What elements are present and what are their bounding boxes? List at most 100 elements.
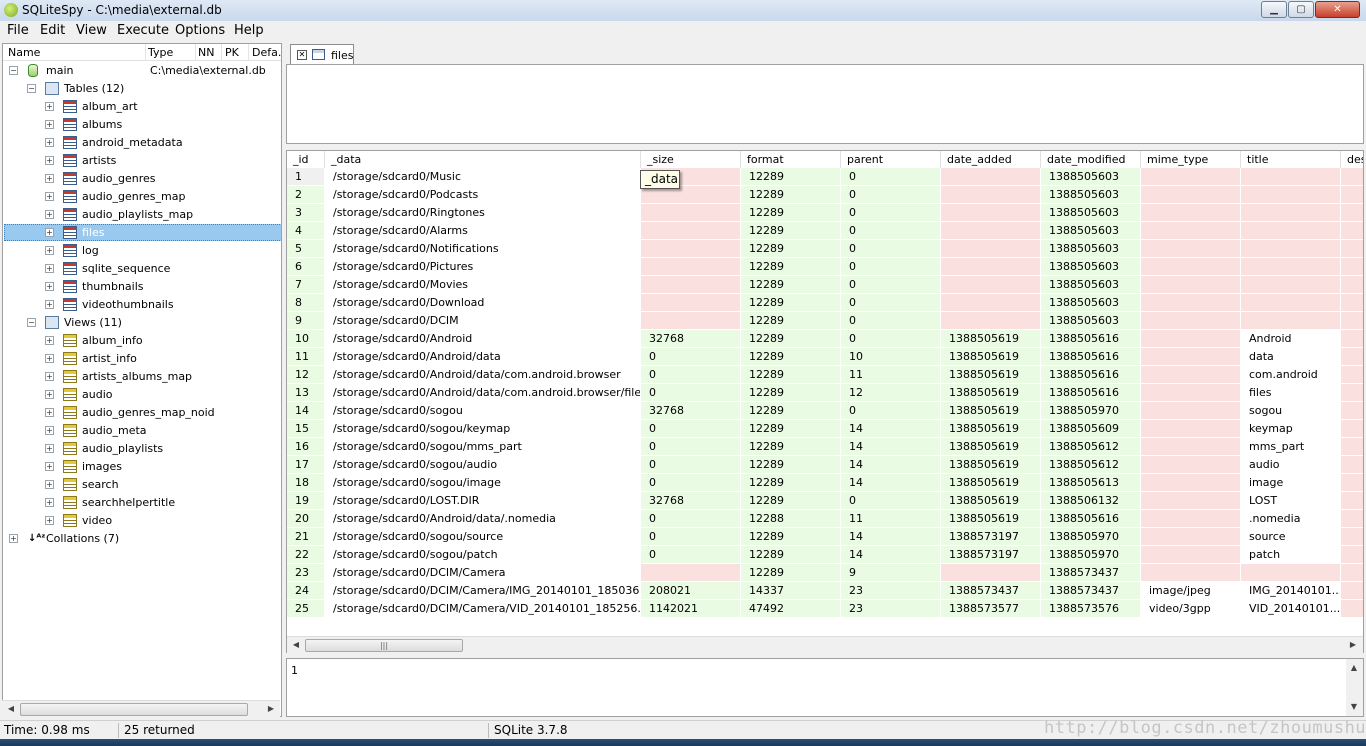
tree-node[interactable]: + audio_meta <box>3 422 281 440</box>
grid-column-header[interactable]: _size <box>641 151 741 168</box>
table-cell[interactable]: 0 <box>841 330 941 348</box>
table-cell[interactable]: 12289 <box>741 546 841 564</box>
collapse-icon[interactable]: − <box>27 318 36 327</box>
table-cell[interactable]: 22 <box>287 546 325 564</box>
tree-node[interactable]: + artists <box>3 152 281 170</box>
table-cell[interactable] <box>1341 276 1363 294</box>
table-cell[interactable] <box>1141 276 1241 294</box>
grid-column-header[interactable]: _id <box>287 151 325 168</box>
table-cell[interactable]: com.android <box>1241 366 1341 384</box>
table-cell[interactable]: 20 <box>287 510 325 528</box>
table-cell[interactable]: 18 <box>287 474 325 492</box>
table-cell[interactable] <box>641 294 741 312</box>
table-cell[interactable]: mms_part <box>1241 438 1341 456</box>
grid-column-header[interactable]: title <box>1241 151 1341 168</box>
expand-icon[interactable]: + <box>45 408 54 417</box>
table-cell[interactable]: 14337 <box>741 582 841 600</box>
grid-column-header[interactable]: parent <box>841 151 941 168</box>
tree-node[interactable]: + album_info <box>3 332 281 350</box>
tree-node[interactable]: + sqlite_sequence <box>3 260 281 278</box>
table-cell[interactable]: /storage/sdcard0/Ringtones <box>325 204 641 222</box>
table-cell[interactable] <box>1241 222 1341 240</box>
table-cell[interactable]: 1388505612 <box>1041 438 1141 456</box>
table-cell[interactable]: 3 <box>287 204 325 222</box>
table-cell[interactable] <box>1341 582 1363 600</box>
table-cell[interactable]: 1388505619 <box>941 456 1041 474</box>
table-cell[interactable]: image <box>1241 474 1341 492</box>
scroll-up-icon[interactable]: ▲ <box>1348 662 1360 674</box>
expand-icon[interactable]: + <box>45 462 54 471</box>
table-cell[interactable]: 12289 <box>741 474 841 492</box>
table-cell[interactable]: 1388505619 <box>941 366 1041 384</box>
table-cell[interactable]: 0 <box>641 456 741 474</box>
close-button[interactable]: ✕ <box>1315 1 1360 18</box>
maximize-button[interactable]: ▢ <box>1288 1 1314 18</box>
grid-scroll-right-icon[interactable]: ▶ <box>1347 639 1359 651</box>
table-cell[interactable]: LOST <box>1241 492 1341 510</box>
collapse-icon[interactable]: − <box>9 66 18 75</box>
expand-icon[interactable]: + <box>45 498 54 507</box>
table-cell[interactable]: 12289 <box>741 420 841 438</box>
menu-edit[interactable]: Edit <box>40 23 65 38</box>
table-cell[interactable]: /storage/sdcard0/Notifications <box>325 240 641 258</box>
table-cell[interactable]: 13 <box>287 384 325 402</box>
table-cell[interactable]: 12289 <box>741 240 841 258</box>
table-row[interactable]: 1/storage/sdcard0/Music 12289 0 1388505603 <box>287 168 1363 186</box>
table-cell[interactable]: /storage/sdcard0/DCIM/Camera/VID_2014010… <box>325 600 641 618</box>
table-cell[interactable]: 1 <box>287 168 325 186</box>
table-row[interactable]: 16/storage/sdcard0/sogou/mms_part 0 12289 1… <box>287 438 1363 456</box>
table-cell[interactable]: /storage/sdcard0/DCIM <box>325 312 641 330</box>
table-row[interactable]: 19/storage/sdcard0/LOST.DIR 32768 12289 0 13… <box>287 492 1363 510</box>
menu-options[interactable]: Options <box>175 23 225 38</box>
expand-icon[interactable]: + <box>9 534 18 543</box>
table-cell[interactable] <box>941 222 1041 240</box>
table-cell[interactable] <box>1341 312 1363 330</box>
menu-file[interactable]: File <box>7 23 29 38</box>
table-cell[interactable]: 25 <box>287 600 325 618</box>
grid-column-header[interactable]: date_added <box>941 151 1041 168</box>
table-cell[interactable]: 8 <box>287 294 325 312</box>
table-cell[interactable]: /storage/sdcard0/DCIM/Camera <box>325 564 641 582</box>
table-cell[interactable]: 12289 <box>741 366 841 384</box>
table-cell[interactable]: /storage/sdcard0/sogou/audio <box>325 456 641 474</box>
table-row[interactable]: 24/storage/sdcard0/DCIM/Camera/IMG_20140… <box>287 582 1363 600</box>
grid-horizontal-scrollbar[interactable]: ◀ ||| ▶ <box>287 636 1363 653</box>
expand-icon[interactable]: + <box>45 246 54 255</box>
expand-icon[interactable]: + <box>45 210 54 219</box>
expand-icon[interactable]: + <box>45 300 54 309</box>
table-cell[interactable] <box>1341 204 1363 222</box>
table-cell[interactable]: 1388505603 <box>1041 294 1141 312</box>
table-row[interactable]: 13/storage/sdcard0/Android/data/com.andr… <box>287 384 1363 402</box>
table-cell[interactable] <box>1141 456 1241 474</box>
minimize-button[interactable]: ▁ <box>1261 1 1287 18</box>
table-cell[interactable] <box>1241 564 1341 582</box>
table-cell[interactable] <box>1241 294 1341 312</box>
grid-column-header[interactable]: des <box>1341 151 1363 168</box>
table-cell[interactable]: 12289 <box>741 222 841 240</box>
table-cell[interactable] <box>1341 348 1363 366</box>
expand-icon[interactable]: + <box>45 516 54 525</box>
table-cell[interactable]: 9 <box>287 312 325 330</box>
table-cell[interactable] <box>1241 258 1341 276</box>
col-default-header[interactable]: Defa. <box>252 46 281 59</box>
table-cell[interactable]: 12289 <box>741 186 841 204</box>
table-cell[interactable] <box>941 186 1041 204</box>
table-cell[interactable] <box>1141 474 1241 492</box>
table-cell[interactable] <box>641 240 741 258</box>
table-row[interactable]: 4/storage/sdcard0/Alarms 12289 0 1388505603 <box>287 222 1363 240</box>
table-cell[interactable] <box>1141 420 1241 438</box>
table-cell[interactable]: 24 <box>287 582 325 600</box>
table-row[interactable]: 2/storage/sdcard0/Podcasts 12289 0 13885056… <box>287 186 1363 204</box>
table-cell[interactable]: 11 <box>287 348 325 366</box>
table-cell[interactable] <box>1341 222 1363 240</box>
table-cell[interactable]: 0 <box>641 510 741 528</box>
table-cell[interactable]: 1388505613 <box>1041 474 1141 492</box>
table-row[interactable]: 8/storage/sdcard0/Download 12289 0 13885056… <box>287 294 1363 312</box>
table-cell[interactable]: 1388505603 <box>1041 312 1141 330</box>
table-row[interactable]: 9/storage/sdcard0/DCIM 12289 0 1388505603 <box>287 312 1363 330</box>
tree-node[interactable]: + audio_playlists <box>3 440 281 458</box>
table-cell[interactable] <box>1341 402 1363 420</box>
table-cell[interactable]: 12289 <box>741 168 841 186</box>
expand-icon[interactable]: + <box>45 426 54 435</box>
table-cell[interactable]: video/3gpp <box>1141 600 1241 618</box>
